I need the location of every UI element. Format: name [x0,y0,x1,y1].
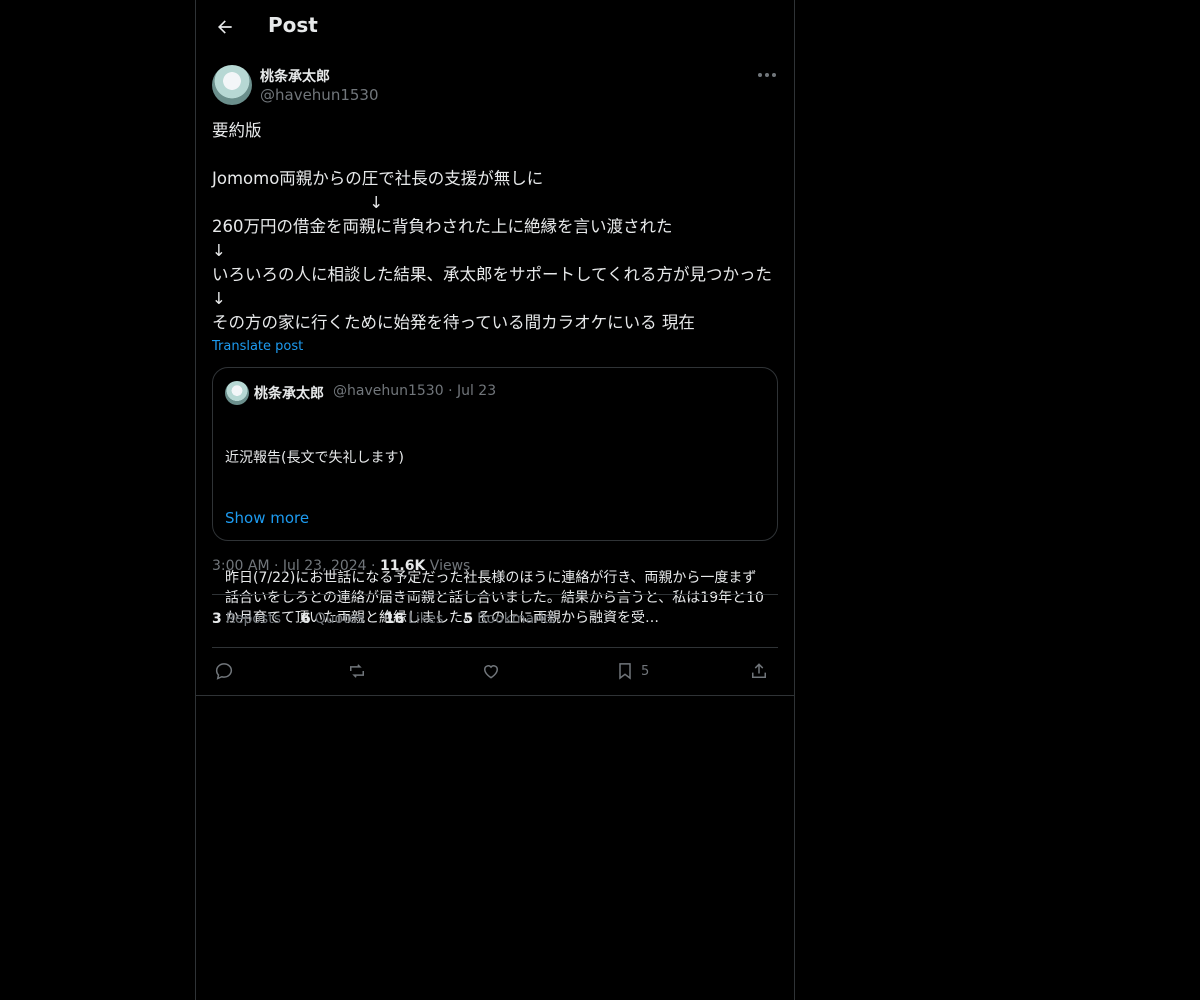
likes-label: Likes [408,611,444,627]
quote-author-meta: @havehun1530 · Jul 23 [333,383,496,399]
reposts-count: 3 [212,611,222,627]
quoted-post[interactable]: 桃条承太郎 @havehun1530 · Jul 23 近況報告(長文で失礼しま… [212,367,778,626]
arrow-left-icon [218,20,232,34]
divider [212,647,778,648]
avatar[interactable] [212,65,252,105]
repost-icon [350,664,364,678]
share-icon [752,663,766,678]
quote-avatar [225,381,249,405]
separator-dot: · [274,558,283,574]
reply-button[interactable] [214,658,234,684]
action-bar: 5 [212,658,778,684]
reposts-stat[interactable]: 3 Reposts [212,611,281,627]
show-more-link[interactable]: Show more [225,509,309,527]
author-name[interactable]: 桃条承太郎 [260,66,330,86]
reposts-label: Reposts [225,611,281,627]
quote-title: 近況報告(長文で失礼します) [225,450,404,466]
post-meta: 3:00 AM · Jul 23, 2024 · 11.6K Views [212,558,470,574]
more-horizontal-icon [758,73,776,77]
bookmark-count: 5 [641,663,650,679]
quotes-stat[interactable]: 6 Quotes [301,611,365,627]
bookmarks-stat[interactable]: 5 Bookmarks [463,611,555,627]
post-time[interactable]: 3:00 AM [212,558,270,574]
quote-author-handle: @havehun1530 [333,383,444,399]
repost-button[interactable] [347,658,367,684]
bookmarks-label: Bookmarks [477,611,556,627]
engagement-stats: 3 Reposts 6 Quotes 16 Likes 5 Bookmarks [212,611,555,627]
back-button[interactable] [208,10,242,44]
author-handle[interactable]: @havehun1530 [260,86,379,104]
like-button[interactable] [481,658,501,684]
primary-column: Post 桃条承太郎 @havehun1530 要約版 Jomomo両親からの圧… [195,0,795,1000]
divider [196,695,794,696]
heart-icon [483,665,499,679]
likes-count: 16 [384,611,405,627]
translate-post-link[interactable]: Translate post [212,339,303,354]
divider [212,594,778,595]
views-label: Views [429,558,471,574]
bookmarks-count: 5 [463,611,474,627]
quotes-count: 6 [301,611,311,627]
separator-dot: · [371,558,380,574]
page-title: Post [268,13,318,37]
likes-stat[interactable]: 16 Likes [385,611,444,627]
quote-author-name: 桃条承太郎 [254,386,324,402]
bookmark-icon [619,663,631,680]
post-header: Post [196,0,794,53]
quote-text: 近況報告(長文で失礼します) 昨日(7/22)にお世話になる予定だった社長様のほ… [225,408,769,668]
reply-icon [215,663,233,680]
views-count: 11.6K [379,558,426,574]
separator-dot: · [448,383,457,399]
share-button[interactable] [749,658,769,684]
quote-date: Jul 23 [456,383,497,399]
more-options-button[interactable] [756,66,778,84]
quotes-label: Quotes [314,611,365,627]
post-date[interactable]: Jul 23, 2024 [283,558,367,574]
post-text: 要約版 Jomomo両親からの圧で社長の支援が無しに ↓ 260万円の借金を両親… [212,121,773,332]
bookmark-button[interactable]: 5 [615,658,649,684]
